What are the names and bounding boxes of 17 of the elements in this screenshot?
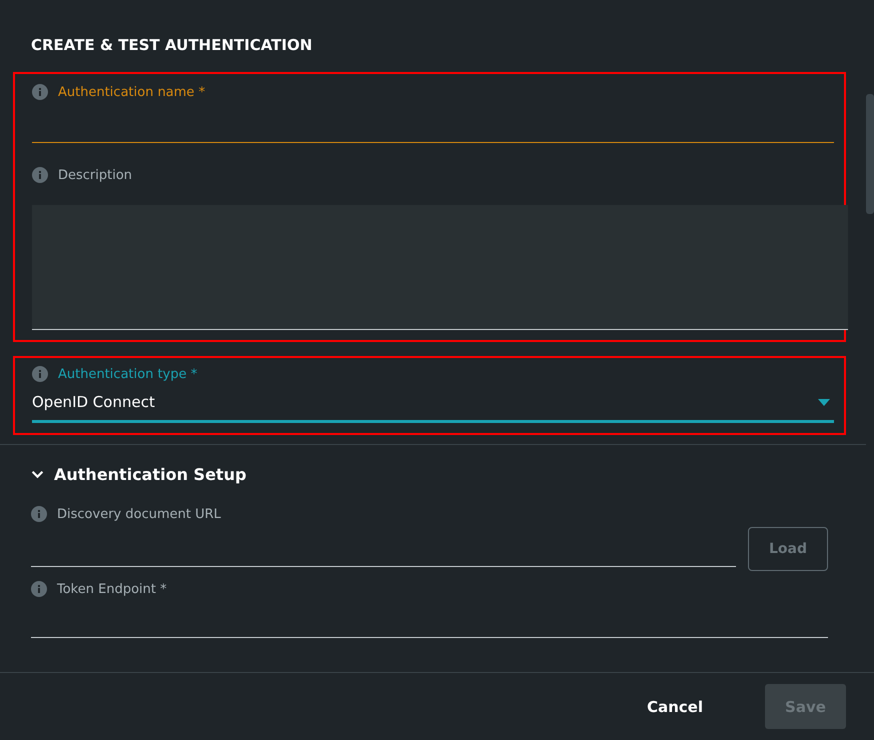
field-label: Authentication name * [58, 84, 206, 100]
chevron-icon[interactable] [31, 468, 44, 481]
dropdown-field[interactable]: OpenID Connect [32, 384, 834, 423]
caret-icon [818, 398, 830, 406]
info-icon[interactable] [31, 506, 47, 522]
scrollbar-thumb[interactable] [866, 94, 874, 214]
field-label: Discovery document URL [57, 506, 221, 522]
dialog-title: CREATE & TEST AUTHENTICATION [30, 35, 314, 56]
info-icon[interactable] [32, 84, 48, 100]
info-icon[interactable] [32, 366, 48, 382]
field-label: Token Endpoint * [57, 582, 167, 596]
cancel-button[interactable]: Cancel [640, 696, 709, 716]
info-icon[interactable] [31, 581, 47, 597]
field-label: Authentication type * [58, 366, 198, 382]
field-label: Description [58, 168, 132, 182]
section-title[interactable]: Authentication Setup [54, 465, 246, 484]
info-icon[interactable] [32, 167, 48, 183]
